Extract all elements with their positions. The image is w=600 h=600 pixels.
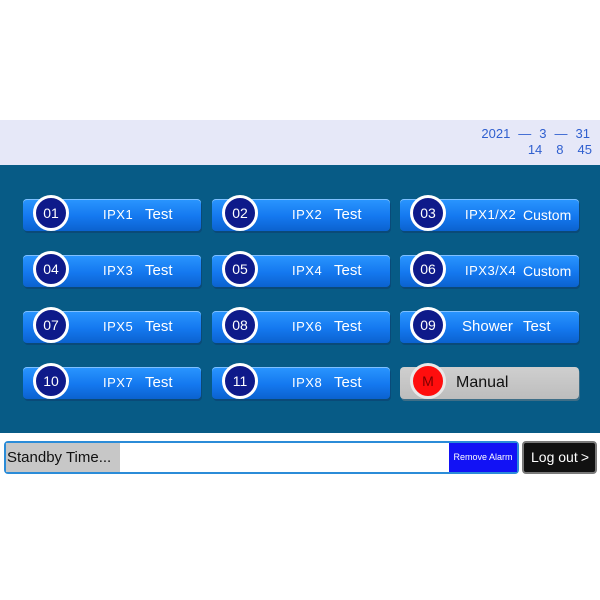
test-mode-label: Test	[334, 318, 362, 335]
test-mode-label: Test	[334, 374, 362, 391]
test-number-badge: 03	[410, 195, 446, 231]
test-code-label: Shower	[462, 318, 513, 335]
time-minute: 8	[556, 142, 564, 157]
status-message	[119, 443, 449, 472]
manual-label: Manual	[456, 374, 509, 391]
logout-button[interactable]: Log out >	[522, 441, 597, 474]
test-mode-label: Test	[145, 318, 173, 335]
test-code-label: IPX4	[292, 263, 323, 278]
test-code-label: IPX3/X4	[465, 263, 517, 278]
logout-label: Log out	[531, 449, 578, 465]
manual-mode-button[interactable]: M Manual	[400, 363, 579, 399]
test-mode-label: Test	[145, 206, 173, 223]
date-separator: —	[518, 126, 532, 141]
test-code-label: IPX8	[292, 375, 323, 390]
standby-time-label: Standby Time...	[6, 443, 120, 472]
test-code-label: IPX1/X2	[465, 207, 517, 222]
time-hour: 14	[527, 142, 543, 157]
test-code-label: IPX5	[103, 319, 134, 334]
test-mode-label: Custom	[523, 263, 572, 279]
chevron-right-icon: >	[580, 449, 589, 465]
test-number-badge: 05	[222, 251, 258, 287]
date-year: 2021	[481, 126, 511, 141]
test-number-badge: 08	[222, 307, 258, 343]
test-mode-label: Custom	[523, 207, 572, 223]
test-code-label: IPX1	[103, 207, 134, 222]
test-button-ipx1[interactable]: 01 IPX1 Test	[23, 195, 201, 231]
test-button-ipx1-x2-custom[interactable]: 03 IPX1/X2 Custom	[400, 195, 579, 231]
test-number-badge: 10	[33, 363, 69, 399]
test-button-ipx5[interactable]: 07 IPX5 Test	[23, 307, 201, 343]
test-code-label: IPX6	[292, 319, 323, 334]
test-button-ipx8[interactable]: 11 IPX8 Test	[212, 363, 390, 399]
test-button-ipx6[interactable]: 08 IPX6 Test	[212, 307, 390, 343]
header-bar: 2021 — 3 — 31 14 8 45	[0, 120, 600, 165]
test-code-label: IPX2	[292, 207, 323, 222]
test-number-badge: 06	[410, 251, 446, 287]
test-mode-label: Test	[145, 374, 173, 391]
manual-badge: M	[410, 363, 446, 399]
test-button-ipx2[interactable]: 02 IPX2 Test	[212, 195, 390, 231]
test-number-badge: 11	[222, 363, 258, 399]
date-day: 31	[575, 126, 590, 141]
test-button-shower[interactable]: 09 Shower Test	[400, 307, 579, 343]
time-second: 45	[577, 142, 592, 157]
test-button-ipx4[interactable]: 05 IPX4 Test	[212, 251, 390, 287]
test-code-label: IPX7	[103, 375, 134, 390]
date-readout: 2021 — 3 — 31	[481, 126, 590, 142]
test-mode-label: Test	[145, 262, 173, 279]
test-code-label: IPX3	[103, 263, 134, 278]
test-button-ipx7[interactable]: 10 IPX7 Test	[23, 363, 201, 399]
test-button-ipx3[interactable]: 04 IPX3 Test	[23, 251, 201, 287]
test-mode-label: Test	[334, 206, 362, 223]
date-separator: —	[554, 126, 568, 141]
test-number-badge: 04	[33, 251, 69, 287]
test-button-ipx3-x4-custom[interactable]: 06 IPX3/X4 Custom	[400, 251, 579, 287]
test-number-badge: 07	[33, 307, 69, 343]
test-number-badge: 02	[222, 195, 258, 231]
remove-alarm-button[interactable]: Remove Alarm	[449, 443, 517, 472]
status-bar: Standby Time... Remove Alarm	[4, 441, 519, 474]
test-number-badge: 01	[33, 195, 69, 231]
test-mode-label: Test	[334, 262, 362, 279]
datetime-display: 2021 — 3 — 31 14 8 45	[481, 126, 592, 158]
date-month: 3	[539, 126, 547, 141]
test-number-badge: 09	[410, 307, 446, 343]
test-mode-label: Test	[523, 318, 551, 335]
time-readout: 14 8 45	[481, 142, 592, 158]
test-selection-panel: 01 IPX1 Test 02 IPX2 Test 03 IPX1/X2 Cus…	[0, 165, 600, 433]
